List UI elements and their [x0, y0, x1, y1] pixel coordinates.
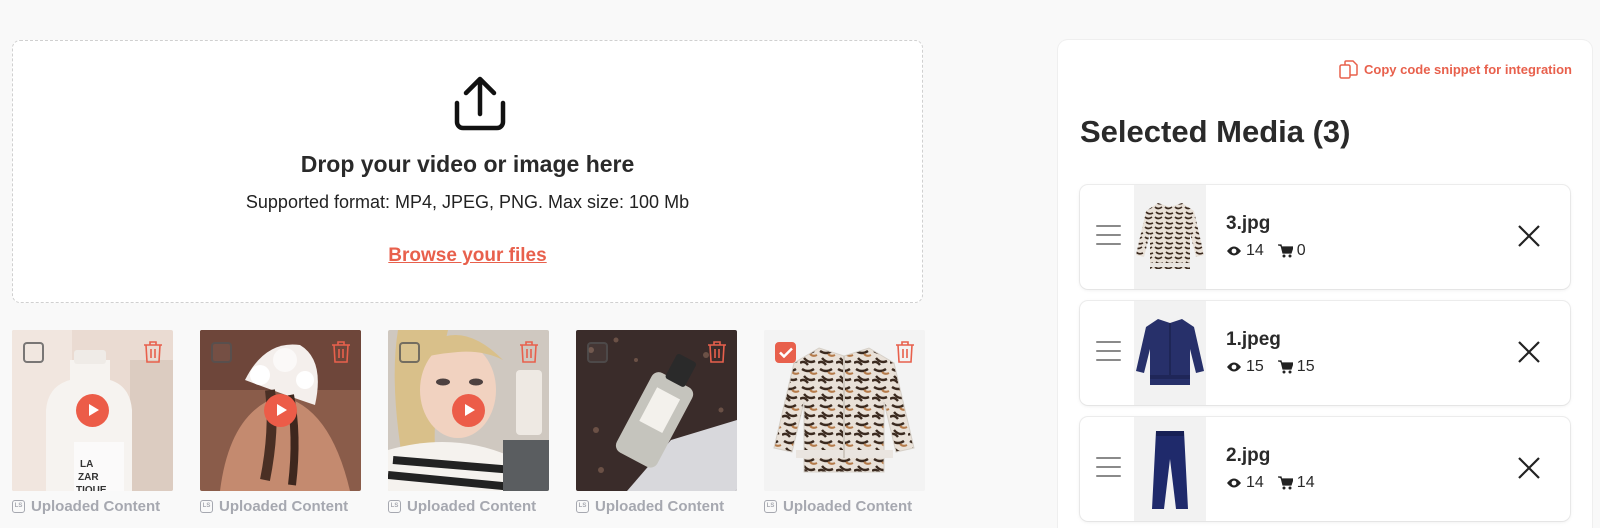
media-thumbnail [1134, 301, 1206, 405]
panel-title: Selected Media (3) [1080, 114, 1351, 149]
view-count: 14 [1246, 474, 1264, 491]
gallery-thumbnail[interactable]: LA ZAR TIQUE [12, 330, 173, 491]
gallery-item: LS Uploaded Content [576, 330, 737, 515]
gallery-item: LS Uploaded Content [388, 330, 549, 515]
browse-files-link[interactable]: Browse your files [388, 245, 546, 266]
play-icon[interactable] [452, 394, 485, 427]
selected-media-item: 3.jpg 14 0 [1080, 185, 1570, 289]
drag-handle-icon[interactable] [1096, 457, 1121, 479]
gallery-item-label: Uploaded Content [595, 498, 725, 515]
selected-media-panel: Copy code snippet for integration Select… [1058, 40, 1592, 528]
trash-icon[interactable] [143, 340, 163, 364]
close-icon[interactable] [1517, 456, 1541, 480]
select-checkbox[interactable] [211, 342, 232, 363]
upload-icon [454, 76, 506, 131]
trash-icon[interactable] [895, 340, 915, 364]
source-badge-icon: LS [200, 500, 213, 513]
selected-media-item: 2.jpg 14 14 [1080, 417, 1570, 521]
dropzone-format-hint: Supported format: MP4, JPEG, PNG. Max si… [245, 192, 690, 212]
source-badge-icon: LS [764, 500, 777, 513]
select-checkbox[interactable] [399, 342, 420, 363]
gallery-thumbnail[interactable] [200, 330, 361, 491]
copy-snippet-link[interactable]: Copy code snippet for integration [1339, 60, 1572, 79]
media-filename: 1.jpeg [1226, 329, 1281, 350]
cart-icon [1277, 360, 1293, 374]
svg-text:ZAR: ZAR [78, 472, 99, 483]
upload-dropzone[interactable]: Drop your video or image here Supported … [12, 40, 923, 303]
eye-icon [1227, 478, 1241, 488]
copy-icon [1339, 60, 1358, 79]
close-icon[interactable] [1517, 340, 1541, 364]
media-thumbnail [1134, 417, 1206, 521]
cart-count: 14 [1296, 474, 1315, 491]
view-count: 15 [1246, 358, 1264, 375]
gallery-thumbnail[interactable] [388, 330, 549, 491]
gallery-item-label: Uploaded Content [219, 498, 349, 515]
gallery-item: LS Uploaded Content [200, 330, 361, 515]
drag-handle-icon[interactable] [1096, 341, 1121, 363]
gallery-item: LA ZAR TIQUE LS Uploaded Content [12, 330, 173, 515]
select-checkbox[interactable] [587, 342, 608, 363]
gallery-item-label: Uploaded Content [407, 498, 537, 515]
dropzone-title: Drop your video or image here [300, 151, 635, 177]
cart-count: 0 [1296, 242, 1306, 259]
media-filename: 2.jpg [1226, 445, 1271, 466]
trash-icon[interactable] [519, 340, 539, 364]
eye-icon [1227, 246, 1241, 256]
cart-icon [1277, 476, 1293, 490]
gallery-thumbnail[interactable] [576, 330, 737, 491]
trash-icon[interactable] [331, 340, 351, 364]
view-count: 14 [1246, 242, 1264, 259]
trash-icon[interactable] [707, 340, 727, 364]
eye-icon [1227, 362, 1241, 372]
source-badge-icon: LS [576, 500, 589, 513]
drag-handle-icon[interactable] [1096, 225, 1121, 247]
select-checkbox[interactable] [23, 342, 44, 363]
source-badge-icon: LS [12, 500, 25, 513]
media-thumbnail [1134, 185, 1206, 289]
source-badge-icon: LS [388, 500, 401, 513]
svg-text:LA: LA [80, 459, 93, 470]
play-icon[interactable] [264, 394, 297, 427]
gallery-item-label: Uploaded Content [783, 498, 913, 515]
selected-media-item: 1.jpeg 15 15 [1080, 301, 1570, 405]
gallery-thumbnail[interactable] [764, 330, 925, 491]
select-checkbox[interactable] [775, 342, 796, 363]
copy-snippet-label: Copy code snippet for integration [1363, 62, 1572, 77]
gallery-item: LS Uploaded Content [764, 330, 925, 515]
media-filename: 3.jpg [1226, 213, 1271, 234]
play-icon[interactable] [76, 394, 109, 427]
close-icon[interactable] [1517, 224, 1541, 248]
svg-text:TIQUE: TIQUE [76, 485, 107, 491]
cart-icon [1277, 244, 1293, 258]
cart-count: 15 [1296, 358, 1315, 375]
gallery-item-label: Uploaded Content [31, 498, 161, 515]
media-gallery: LA ZAR TIQUE LS Uploaded Content LS Uplo… [12, 330, 932, 528]
